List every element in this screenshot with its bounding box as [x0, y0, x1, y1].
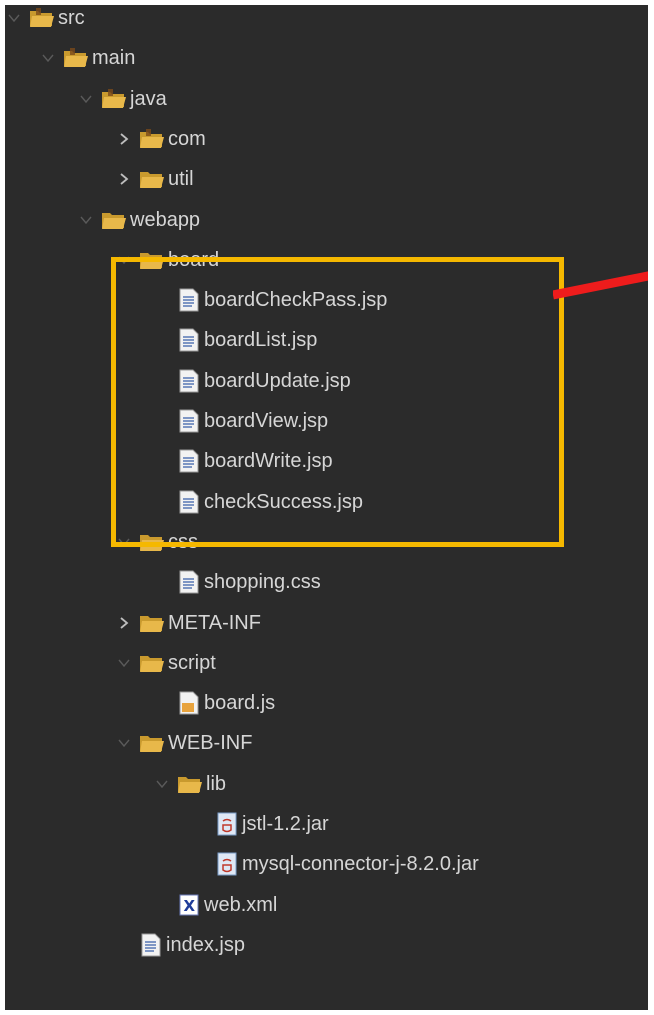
tree-item-label: boardView.jsp [204, 410, 329, 432]
folder-icon [101, 209, 127, 231]
tree-item-label: css [168, 530, 198, 553]
tree-row[interactable]: main [5, 38, 648, 78]
css-file-icon [177, 570, 201, 594]
collapse-toggle-icon[interactable] [115, 614, 133, 632]
jar-file-icon [215, 812, 239, 836]
tree-row[interactable]: lib [5, 764, 648, 804]
tree-item-label: web.xml [204, 893, 278, 916]
expand-toggle-icon[interactable] [115, 734, 133, 752]
collapse-toggle-icon[interactable] [115, 130, 133, 148]
tree-row[interactable]: src [5, 5, 648, 38]
expand-toggle-icon[interactable] [115, 533, 133, 551]
toggle-spacer [153, 896, 171, 914]
toggle-spacer [153, 291, 171, 309]
tree-item-label: board [168, 248, 220, 271]
jsp-file-icon [177, 449, 201, 473]
jsp-file-icon [177, 490, 201, 514]
tree-item-label: boardWrite.jsp [204, 450, 333, 473]
folder-icon [139, 732, 165, 754]
tree-item-label: index.jsp [166, 933, 245, 956]
xml-file-icon: X [177, 893, 201, 917]
toggle-spacer [153, 694, 171, 712]
folder-icon [139, 249, 165, 271]
tree-row[interactable]: util [5, 159, 648, 199]
folder-icon [139, 612, 165, 634]
tree-item-label: boardList.jsp [204, 329, 318, 352]
tree-item-label: webapp [130, 208, 201, 231]
jar-file-icon [215, 852, 239, 876]
tree-item-label: mysql-connector-j-8.2.0.jar [242, 853, 479, 876]
folder-icon [139, 128, 165, 150]
svg-text:X: X [184, 897, 196, 915]
tree-row[interactable]: checkSuccess.jsp [5, 482, 648, 522]
tree-item-label: com [168, 127, 206, 150]
tree-row[interactable]: Xweb.xml [5, 885, 648, 925]
expand-toggle-icon[interactable] [77, 211, 95, 229]
expand-toggle-icon[interactable] [115, 654, 133, 672]
tree-row[interactable]: board [5, 240, 648, 280]
tree-row[interactable]: META-INF [5, 603, 648, 643]
folder-icon [177, 773, 203, 795]
toggle-spacer [153, 452, 171, 470]
tree-row[interactable]: WEB-INF [5, 723, 648, 763]
tree-row[interactable]: board.js [5, 683, 648, 723]
tree-item-label: shopping.css [204, 571, 321, 594]
tree-item-label: META-INF [168, 611, 261, 634]
project-explorer-tree: src main java com util webapp board boar… [5, 5, 648, 1010]
tree-row[interactable]: jstl-1.2.jar [5, 804, 648, 844]
tree-item-label: boardCheckPass.jsp [204, 289, 388, 312]
tree-item-label: util [168, 168, 194, 191]
folder-icon [139, 531, 165, 553]
tree-item-label: WEB-INF [168, 732, 253, 755]
toggle-spacer [153, 372, 171, 390]
expand-toggle-icon[interactable] [153, 775, 171, 793]
jsp-file-icon [177, 409, 201, 433]
toggle-spacer [153, 331, 171, 349]
tree-row[interactable]: shopping.css [5, 562, 648, 602]
toggle-spacer [153, 412, 171, 430]
tree-row[interactable]: boardWrite.jsp [5, 441, 648, 481]
collapse-toggle-icon[interactable] [115, 170, 133, 188]
jsp-file-icon [177, 369, 201, 393]
expand-toggle-icon[interactable] [77, 90, 95, 108]
folder-icon [63, 47, 89, 69]
toggle-spacer [153, 493, 171, 511]
tree-item-label: jstl-1.2.jar [242, 813, 329, 835]
tree-row[interactable]: mysql-connector-j-8.2.0.jar [5, 844, 648, 884]
tree-item-label: lib [206, 772, 227, 795]
tree-row[interactable]: index.jsp [5, 925, 648, 965]
js-file-icon [177, 691, 201, 715]
toggle-spacer [191, 815, 209, 833]
expand-toggle-icon[interactable] [39, 49, 57, 67]
tree-row[interactable]: script [5, 643, 648, 683]
toggle-spacer [115, 936, 133, 954]
tree-item-label: java [130, 87, 167, 110]
tree-row[interactable]: webapp [5, 200, 648, 240]
folder-icon [139, 652, 165, 674]
tree-row[interactable]: css [5, 522, 648, 562]
tree-row[interactable]: java [5, 79, 648, 119]
tree-item-label: main [92, 47, 136, 70]
tree-row[interactable]: boardCheckPass.jsp [5, 280, 648, 320]
jsp-file-icon [139, 933, 163, 957]
tree-item-label: boardUpdate.jsp [204, 369, 351, 392]
tree-row[interactable]: boardUpdate.jsp [5, 361, 648, 401]
tree-row[interactable]: com [5, 119, 648, 159]
expand-toggle-icon[interactable] [5, 9, 23, 27]
tree-row[interactable]: boardView.jsp [5, 401, 648, 441]
folder-icon [29, 7, 55, 29]
tree-item-label: script [168, 651, 216, 674]
tree-item-label: src [58, 7, 85, 29]
tree-item-label: checkSuccess.jsp [204, 490, 363, 513]
folder-icon [101, 88, 127, 110]
jsp-file-icon [177, 328, 201, 352]
toggle-spacer [153, 573, 171, 591]
tree-row[interactable]: boardList.jsp [5, 320, 648, 360]
tree-item-label: board.js [204, 692, 276, 715]
toggle-spacer [191, 855, 209, 873]
jsp-file-icon [177, 288, 201, 312]
expand-toggle-icon[interactable] [115, 251, 133, 269]
folder-icon [139, 168, 165, 190]
